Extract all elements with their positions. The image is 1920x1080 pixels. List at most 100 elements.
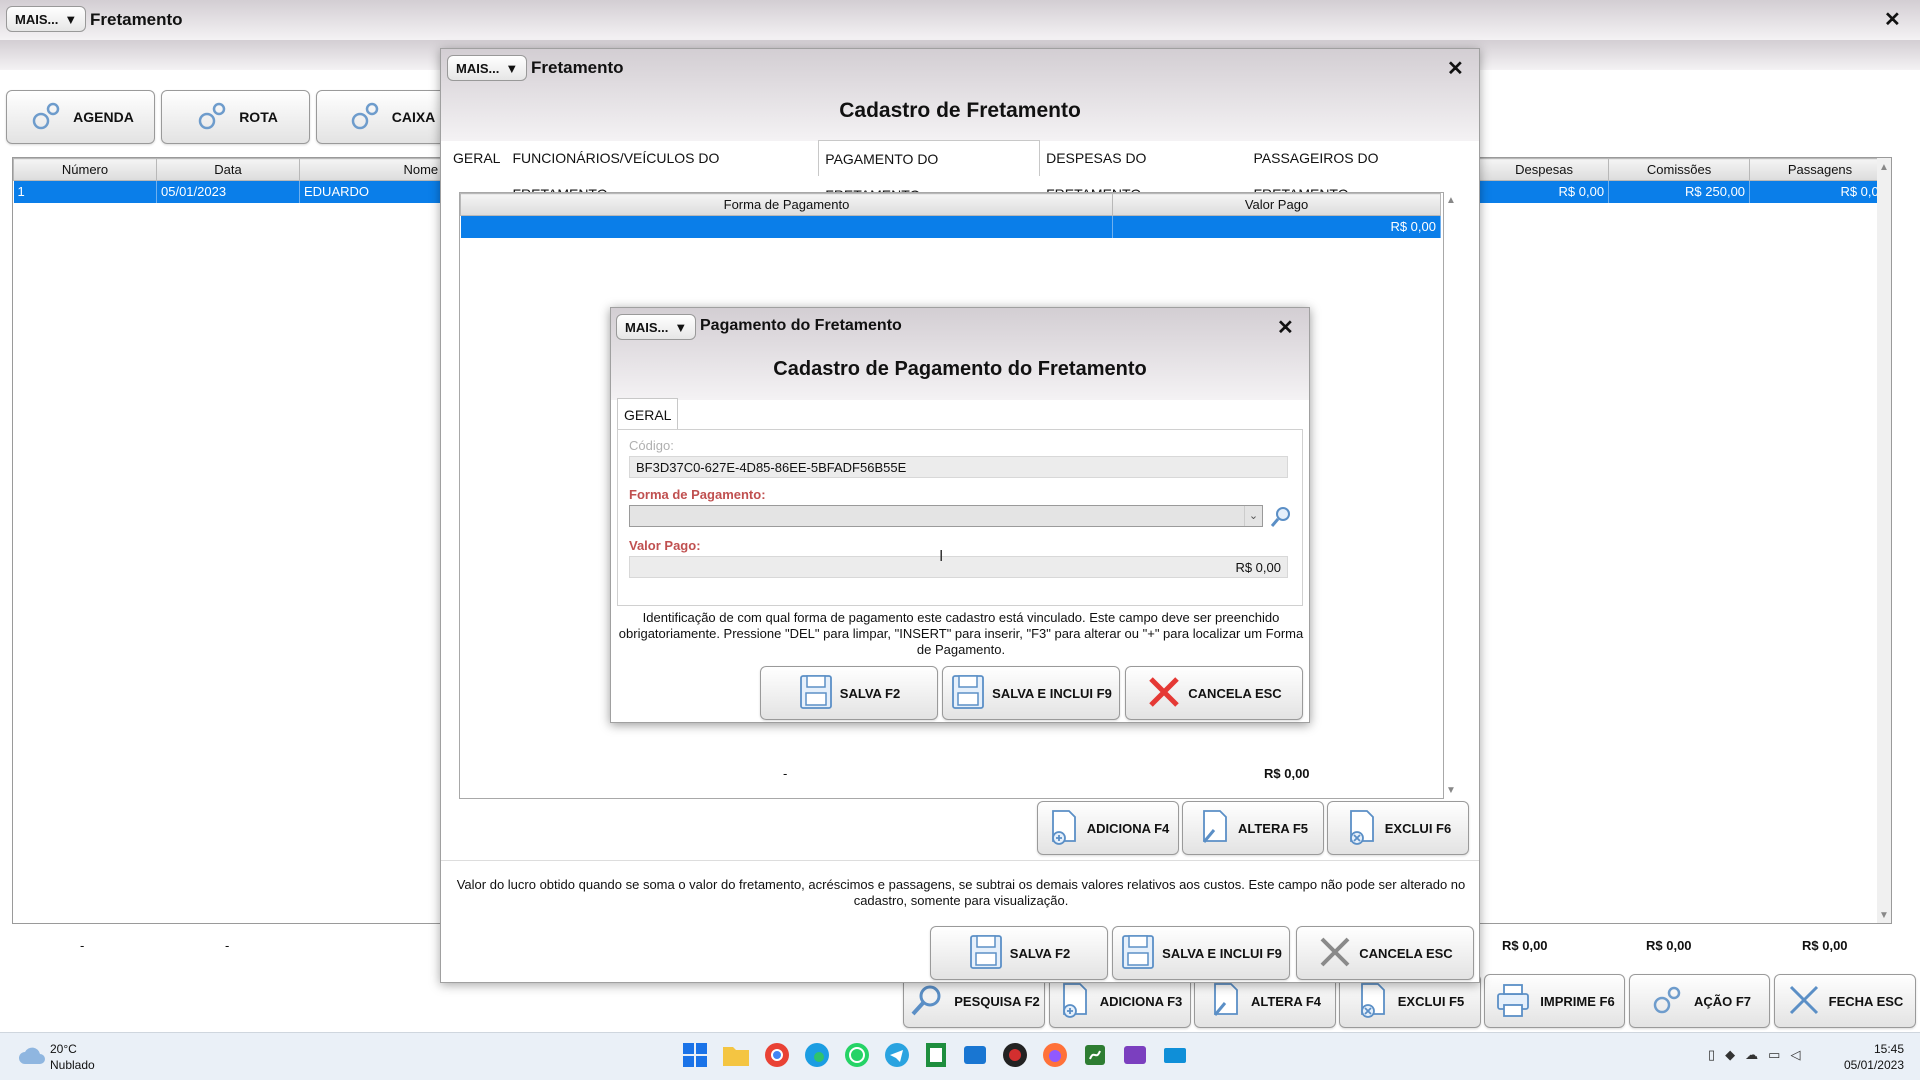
grid-header-numero[interactable]: Número [13,158,157,181]
imprime-button[interactable]: IMPRIME F6 [1484,974,1625,1028]
adiciona-f3-label: ADICIONA F3 [1099,993,1183,1009]
grid-header-data[interactable]: Data [156,158,300,181]
chevron-down-icon[interactable]: ⌄ [1244,506,1262,526]
spreadsheet-icon[interactable] [924,1042,948,1071]
table-row[interactable]: R$ 0,00 R$ 250,00 R$ 0,00 [1479,180,1891,203]
toolbar-agenda-label: AGENDA [73,109,134,125]
tab-passageiros[interactable]: PASSAGEIROS DO FRETAMENTO [1247,140,1479,202]
pagamento-salva-button[interactable]: SALVA F2 [760,666,938,720]
pagamento-footer-total: R$ 0,00 [1264,766,1310,781]
delete-document-icon [1356,981,1390,1022]
save-icon [968,933,1004,974]
search-icon[interactable] [1269,504,1293,531]
fretamento-salva-button[interactable]: SALVA F2 [930,926,1108,980]
whatsapp-icon[interactable] [844,1042,870,1071]
adiciona-f4-label: ADICIONA F4 [1086,820,1170,836]
main-mais-dropdown[interactable]: MAIS... ▼ [6,6,87,32]
firefox-icon[interactable] [1042,1042,1068,1071]
edge-icon[interactable] [804,1042,830,1071]
telegram-icon[interactable] [884,1042,910,1071]
app-icon[interactable] [1002,1042,1028,1071]
forma-select[interactable]: ⌄ [629,505,1263,527]
toolbar-agenda-button[interactable]: AGENDA [6,90,155,144]
tab-despesas[interactable]: DESPESAS DO FRETAMENTO [1040,140,1247,202]
fretamento-tabs: GERAL FUNCIONÁRIOS/VEÍCULOS DO FRETAMENT… [447,140,1479,203]
app-icon[interactable] [1122,1042,1148,1071]
file-explorer-icon[interactable] [722,1043,750,1070]
imprime-label: IMPRIME F6 [1540,993,1615,1009]
codigo-field[interactable]: BF3D37C0-627E-4D85-86EE-5BFADF56B55E [629,456,1288,478]
app-icon[interactable] [962,1042,988,1071]
pagamento-tabs: GERAL [617,398,679,430]
chevron-down-icon: ▼ [505,60,519,76]
grid-cell-despesas: R$ 0,00 [1479,180,1610,203]
fretamento-salva-inclui-button[interactable]: SALVA E INCLUI F9 [1112,926,1290,980]
chrome-icon[interactable] [764,1042,790,1071]
pagamento-close-icon[interactable]: ✕ [1277,318,1294,338]
tab-geral[interactable]: GERAL [447,140,506,176]
taskbar: 20°C Nublado ▯ ◆ ☁ ▭ ◁ 15:45 05/01/2023 [0,1032,1920,1080]
pagamento-salva-inclui-label: SALVA E INCLUI F9 [992,685,1112,701]
clock-date[interactable]: 05/01/2023 [1838,1058,1904,1072]
pagamento-mais-dropdown[interactable]: MAIS... ▼ [616,314,697,340]
pagamento-salva-inclui-button[interactable]: SALVA E INCLUI F9 [942,666,1120,720]
tab-pagamento[interactable]: PAGAMENTO DO FRETAMENTO [818,140,1041,203]
altera-f5-label: ALTERA F5 [1237,820,1309,836]
altera-f5-button[interactable]: ALTERA F5 [1182,801,1324,855]
main-title: Fretamento [90,10,183,29]
network-icon[interactable]: ▭ [1768,1047,1780,1063]
pagamento-hint: Identificação de com qual forma de pagam… [618,610,1304,657]
add-document-icon [1058,981,1092,1022]
clock-time[interactable]: 15:45 [1860,1042,1904,1056]
fretamento-hint: Valor do lucro obtido quando se soma o v… [456,877,1466,908]
grid-header-valor[interactable]: Valor Pago [1112,193,1441,216]
fecha-button[interactable]: FECHA ESC [1774,974,1916,1028]
fretamento-dialog-title: Fretamento [531,58,624,77]
codigo-label: Código: [629,438,674,453]
cloud-icon[interactable] [18,1046,46,1069]
taskbar-apps [682,1042,1188,1071]
grid-header-comissoes[interactable]: Comissões [1608,158,1751,181]
fretamento-close-icon[interactable]: ✕ [1447,59,1464,79]
grid-header-nome[interactable]: Nome d [299,158,450,181]
app-icon[interactable] [1162,1042,1188,1071]
table-row[interactable]: R$ 0,00 [460,215,1441,238]
gear-icon [346,97,384,138]
active-app-icon[interactable] [1082,1042,1108,1071]
pagamento-scrollbar[interactable]: ▲ ▼ [1445,193,1457,798]
search-icon [908,981,946,1022]
tab-funcionarios-veiculos[interactable]: FUNCIONÁRIOS/VEÍCULOS DO FRETAMENTO [506,140,818,202]
main-grid-left: Número Data Nome d 1 05/01/2023 EDUARDO [13,158,450,203]
total-despesas: R$ 0,00 [1502,938,1548,953]
cloud-sync-icon[interactable]: ☁ [1745,1047,1758,1063]
pagamento-salva-label: SALVA F2 [839,685,901,701]
cancel-icon [1317,934,1353,973]
exclui-f6-label: EXCLUI F6 [1384,820,1452,836]
battery-icon[interactable]: ▯ [1708,1047,1715,1063]
exclui-f6-button[interactable]: EXCLUI F6 [1327,801,1469,855]
valor-label: Valor Pago: [629,538,701,553]
tab-geral[interactable]: GERAL [617,398,679,430]
printer-icon [1494,981,1532,1022]
adiciona-f4-button[interactable]: ADICIONA F4 [1037,801,1179,855]
fretamento-mais-dropdown[interactable]: MAIS... ▼ [447,55,528,81]
toolbar-rota-button[interactable]: ROTA [161,90,310,144]
pagamento-heading: Cadastro de Pagamento do Fretamento [773,358,1147,380]
grid-header-forma[interactable]: Forma de Pagamento [460,193,1113,216]
save-icon [1120,933,1156,974]
acao-button[interactable]: AÇÃO F7 [1629,974,1770,1028]
pagamento-cancela-button[interactable]: CANCELA ESC [1125,666,1303,720]
valor-field[interactable]: R$ 0,00 [629,556,1288,578]
windows-start-icon[interactable] [682,1042,708,1071]
toolbar-caixa-label: CAIXA [391,109,436,125]
grid-header-despesas[interactable]: Despesas [1478,158,1610,181]
volume-icon[interactable]: ◁ [1790,1047,1800,1063]
fretamento-cancela-button[interactable]: CANCELA ESC [1296,926,1474,980]
security-icon[interactable]: ◆ [1725,1047,1735,1063]
grid-header-passagens[interactable]: Passagens [1749,158,1891,181]
main-grid-scrollbar[interactable]: ▲ ▼ [1877,158,1891,923]
main-mais-label: MAIS... [15,11,59,27]
table-row[interactable]: 1 05/01/2023 EDUARDO [13,180,450,203]
main-close-icon[interactable]: ✕ [1884,10,1901,30]
pagamento-form: Código: BF3D37C0-627E-4D85-86EE-5BFADF56… [617,429,1303,606]
